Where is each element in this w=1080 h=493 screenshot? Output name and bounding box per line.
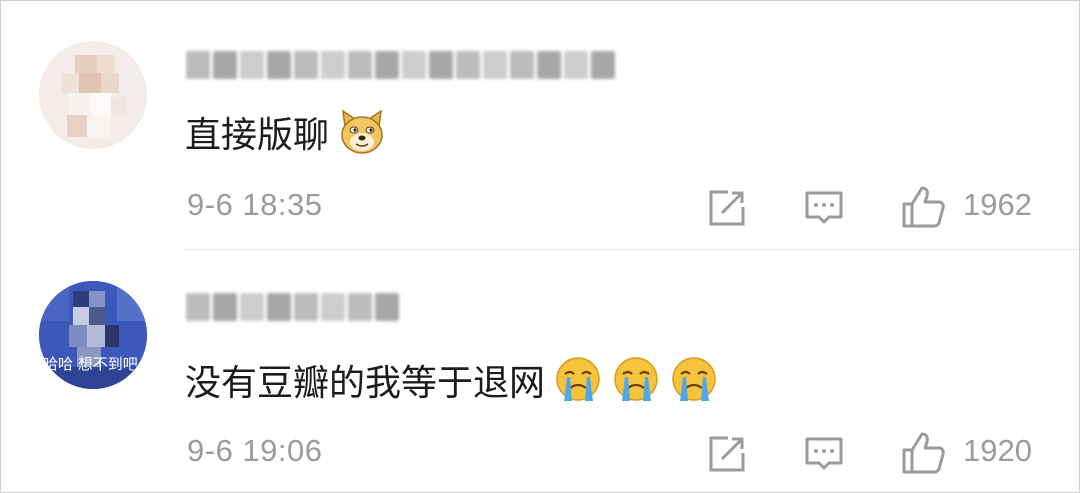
doge-emoji-icon <box>341 109 383 154</box>
thumbs-up-icon[interactable] <box>900 184 946 230</box>
avatar-image <box>39 41 147 149</box>
avatar[interactable]: 哈哈 想不到吧 <box>39 281 147 389</box>
avatar-caption: 哈哈 想不到吧 <box>43 355 138 373</box>
comment-icon[interactable] <box>803 433 845 475</box>
crying-emoji-icon <box>672 357 716 401</box>
avatar[interactable] <box>39 41 147 149</box>
comment-body: 没有豆瓣的我等于退网 <box>185 350 719 410</box>
comment-text: 直接版聊 <box>185 115 330 156</box>
comment-item: 哈哈 想不到吧 没有豆瓣的我等于退网 9-6 19:06 1920 <box>1 249 1079 492</box>
like-count: 1920 <box>963 433 1032 468</box>
username-blurred[interactable] <box>186 293 399 327</box>
thumbs-up-icon[interactable] <box>900 430 946 476</box>
share-icon[interactable] <box>706 187 748 229</box>
crying-emoji-icon <box>556 357 600 401</box>
comment-item: 直接版聊 9-6 18:35 1962 <box>1 1 1079 246</box>
comment-list: 直接版聊 9-6 18:35 1962 哈哈 想不到吧 没有豆瓣的我等于退网 9… <box>0 0 1080 493</box>
comment-body: 直接版聊 <box>185 105 387 159</box>
username-blurred[interactable] <box>186 51 615 85</box>
comment-icon[interactable] <box>803 187 845 229</box>
comment-text: 没有豆瓣的我等于退网 <box>185 363 546 404</box>
share-icon[interactable] <box>706 433 748 475</box>
comment-time: 9-6 19:06 <box>187 433 323 468</box>
comment-time: 9-6 18:35 <box>187 187 323 222</box>
crying-emoji-icon <box>614 357 658 401</box>
like-count: 1962 <box>963 187 1032 222</box>
